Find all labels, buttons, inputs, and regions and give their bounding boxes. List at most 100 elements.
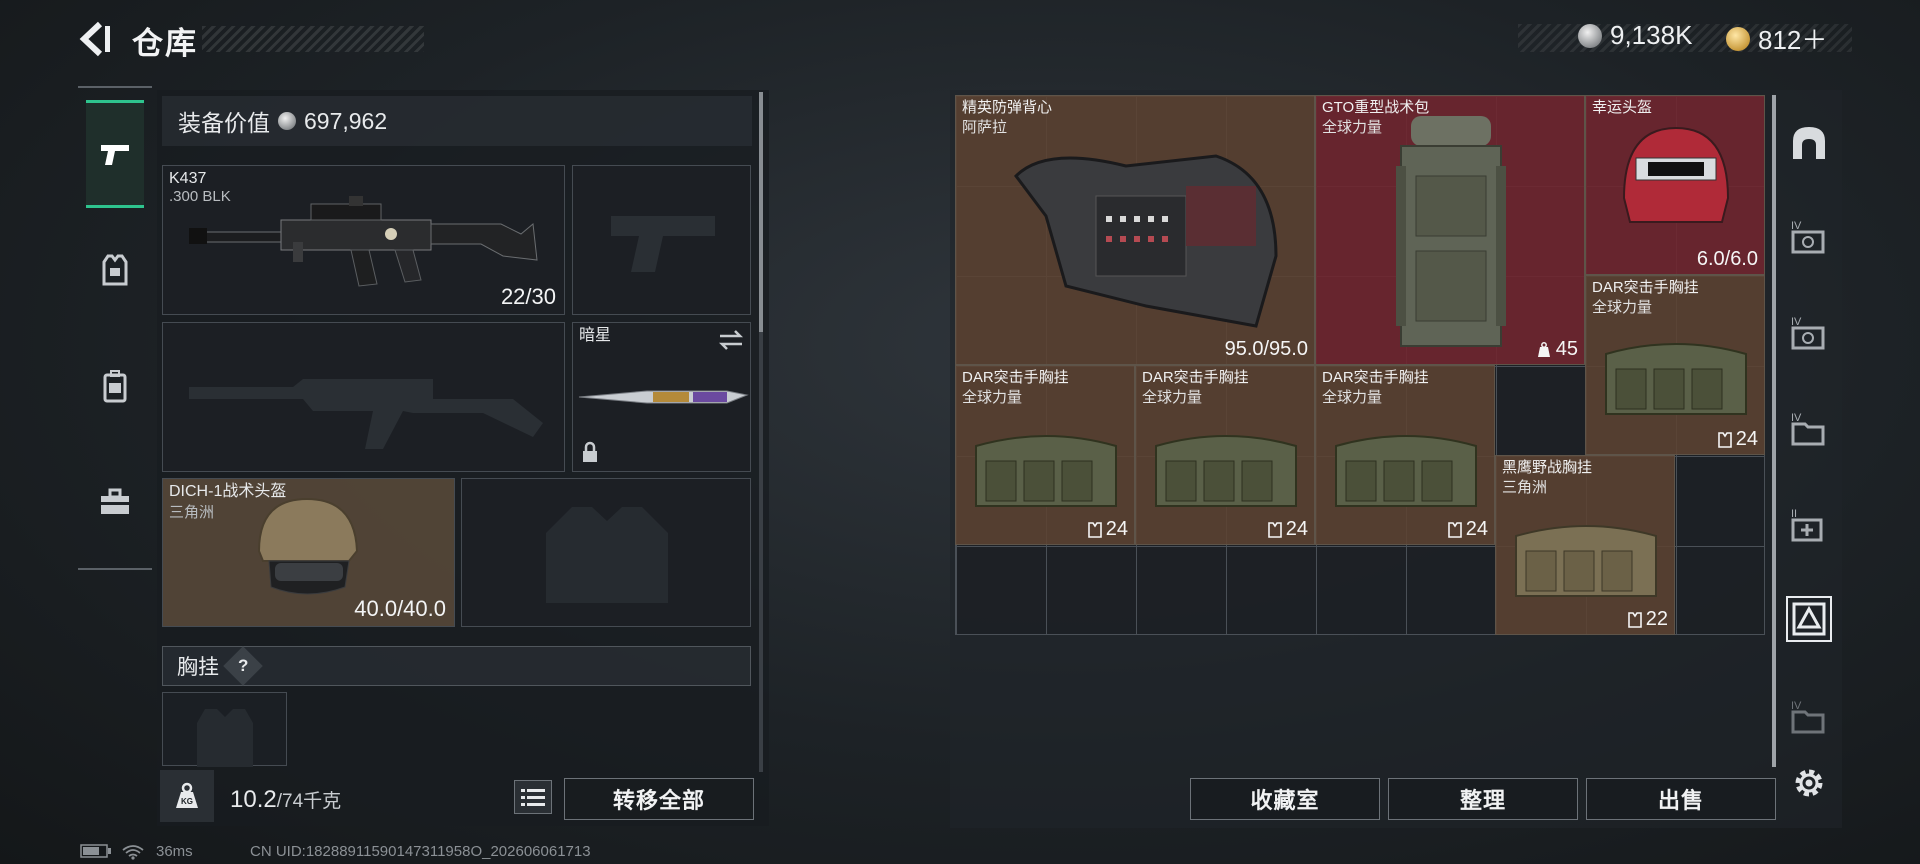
loadout-scrollbar-thumb[interactable]: [759, 92, 763, 332]
lock-icon: [583, 441, 597, 462]
currency-gold[interactable]: 812＋: [1726, 20, 1827, 57]
page-title: 仓库: [132, 26, 198, 61]
capacity-icon: [1537, 341, 1550, 357]
item-name: 幸运头盔: [1592, 99, 1653, 116]
slot-rig[interactable]: [162, 692, 287, 767]
currency-silver[interactable]: 9,138K: [1578, 20, 1692, 51]
tab-weapons[interactable]: [86, 100, 144, 208]
toolbox-icon: [101, 488, 129, 514]
rig-icon: [1515, 525, 1657, 597]
medkit-icon: II: [1791, 508, 1823, 542]
item-name: DAR突击手胸挂: [1322, 369, 1429, 386]
helmet-map: 三角洲: [169, 504, 215, 521]
item-capacity-value: 24: [1285, 518, 1308, 540]
item-capacity-value: 24: [1465, 518, 1488, 540]
storage-item-lucky-helmet[interactable]: 幸运头盔 6.0/6.0: [1585, 95, 1765, 275]
item-capacity: 24: [1267, 518, 1308, 541]
storage-scrollbar[interactable]: [1772, 95, 1776, 767]
rig-silhouette-icon: [197, 709, 253, 767]
delta-icon: [1792, 602, 1826, 636]
item-origin: 三角洲: [1502, 479, 1548, 496]
item-capacity: 24: [1447, 518, 1488, 541]
rail-storage-iv-2[interactable]: IV: [1786, 310, 1832, 356]
item-name: 黑鹰野战胸挂: [1502, 459, 1593, 476]
rail-medical-ii[interactable]: II: [1786, 502, 1832, 548]
list-view-button[interactable]: [514, 780, 552, 814]
shelter-icon: [1793, 127, 1825, 159]
wifi-icon: [122, 844, 144, 864]
item-name: DAR突击手胸挂: [962, 369, 1069, 386]
slot-secondary-weapon[interactable]: [162, 322, 565, 472]
item-origin: 阿萨拉: [962, 119, 1008, 136]
rail-home-button[interactable]: [1786, 120, 1832, 166]
currency-gold-value: 812＋: [1758, 25, 1828, 55]
rig-section-header: 胸挂 ?: [162, 646, 751, 686]
rail-delta-storage[interactable]: [1786, 596, 1832, 642]
help-button[interactable]: ?: [223, 646, 263, 686]
rail-storage-iv-1[interactable]: IV: [1786, 214, 1832, 260]
helmet-icon: [1622, 126, 1730, 223]
silver-coin-icon: [1578, 23, 1602, 48]
storage-item-dar-rig[interactable]: DAR突击手胸挂 全球力量 24: [1585, 275, 1765, 455]
knife-icon: [578, 390, 749, 404]
organize-button[interactable]: 整理: [1388, 778, 1578, 820]
equipment-value-label: 装备价值: [178, 110, 270, 136]
rig-capacity-icon: [1717, 431, 1732, 448]
carry-weight-value: 10.2: [230, 786, 277, 813]
storage-item-blackhawk-rig[interactable]: 黑鹰野战胸挂 三角洲 22: [1495, 455, 1675, 635]
vest-icon: [1014, 154, 1278, 328]
storage-item-dar-rig[interactable]: DAR突击手胸挂 全球力量 24: [955, 365, 1135, 545]
rail-storage-iv-4[interactable]: IV: [1786, 694, 1832, 740]
item-capacity: 24: [1717, 428, 1758, 451]
vest-silhouette-icon: [546, 507, 668, 603]
folder-icon: IV: [1791, 700, 1825, 734]
transfer-all-button[interactable]: 转移全部: [564, 778, 754, 820]
battery-icon: [80, 844, 112, 862]
slot-melee[interactable]: 暗星: [572, 322, 751, 472]
rig-capacity-icon: [1267, 521, 1282, 538]
backpack-icon: [103, 370, 127, 403]
slot-helmet[interactable]: DICH-1战术头盔 三角洲 40.0/40.0: [162, 478, 455, 627]
item-capacity-value: 22: [1645, 608, 1668, 630]
storage-item-dar-rig[interactable]: DAR突击手胸挂 全球力量 24: [1135, 365, 1315, 545]
carry-weight: 10.2/74千克: [230, 786, 341, 814]
rig-icon: [1335, 435, 1477, 507]
item-origin: 全球力量: [962, 389, 1023, 406]
settings-button[interactable]: [1786, 760, 1832, 806]
equipment-value-amount: 697,962: [304, 107, 388, 134]
slot-primary-weapon[interactable]: K437 .300 BLK 22/30: [162, 165, 565, 315]
svg-text:IV: IV: [1791, 412, 1802, 424]
storage-item-gto-backpack[interactable]: GTO重型战术包 全球力量 45: [1315, 95, 1585, 365]
slot-armor[interactable]: [461, 478, 751, 627]
rig-capacity-icon: [1447, 521, 1462, 538]
item-capacity-value: 24: [1735, 428, 1758, 450]
category-nav: [78, 86, 152, 570]
pistol-icon: [101, 145, 129, 165]
svg-text:IV: IV: [1791, 316, 1802, 328]
rifle-silhouette-icon: [189, 379, 543, 449]
tab-backpack[interactable]: [86, 332, 144, 440]
svg-text:IV: IV: [1791, 220, 1802, 232]
back-icon[interactable]: [78, 20, 112, 58]
rig-icon: [1605, 343, 1747, 415]
sell-button[interactable]: 出售: [1586, 778, 1776, 820]
tab-case[interactable]: [86, 448, 144, 556]
item-origin: 全球力量: [1322, 119, 1383, 136]
item-origin: 全球力量: [1322, 389, 1383, 406]
ping-value: 36ms: [156, 843, 193, 860]
rail-storage-iv-3[interactable]: IV: [1786, 406, 1832, 452]
storage-item-dar-rig[interactable]: DAR突击手胸挂 全球力量 24: [1315, 365, 1495, 545]
weight-icon: KG: [160, 770, 214, 822]
collection-room-button[interactable]: 收藏室: [1190, 778, 1380, 820]
swap-icon[interactable]: [718, 329, 744, 351]
pistol-silhouette-icon: [611, 216, 715, 272]
list-icon: [521, 789, 545, 806]
item-capacity: 45: [1536, 338, 1578, 361]
gold-coin-icon: [1726, 26, 1750, 51]
rig-section-label: 胸挂: [177, 656, 219, 679]
storage-item-elite-vest[interactable]: 精英防弹背心 阿萨拉 95.0/95.0: [955, 95, 1315, 365]
currency-silver-value: 9,138K: [1610, 20, 1693, 50]
item-durability: 6.0/6.0: [1696, 248, 1758, 270]
tab-armor[interactable]: [86, 216, 144, 324]
slot-sidearm[interactable]: [572, 165, 751, 315]
